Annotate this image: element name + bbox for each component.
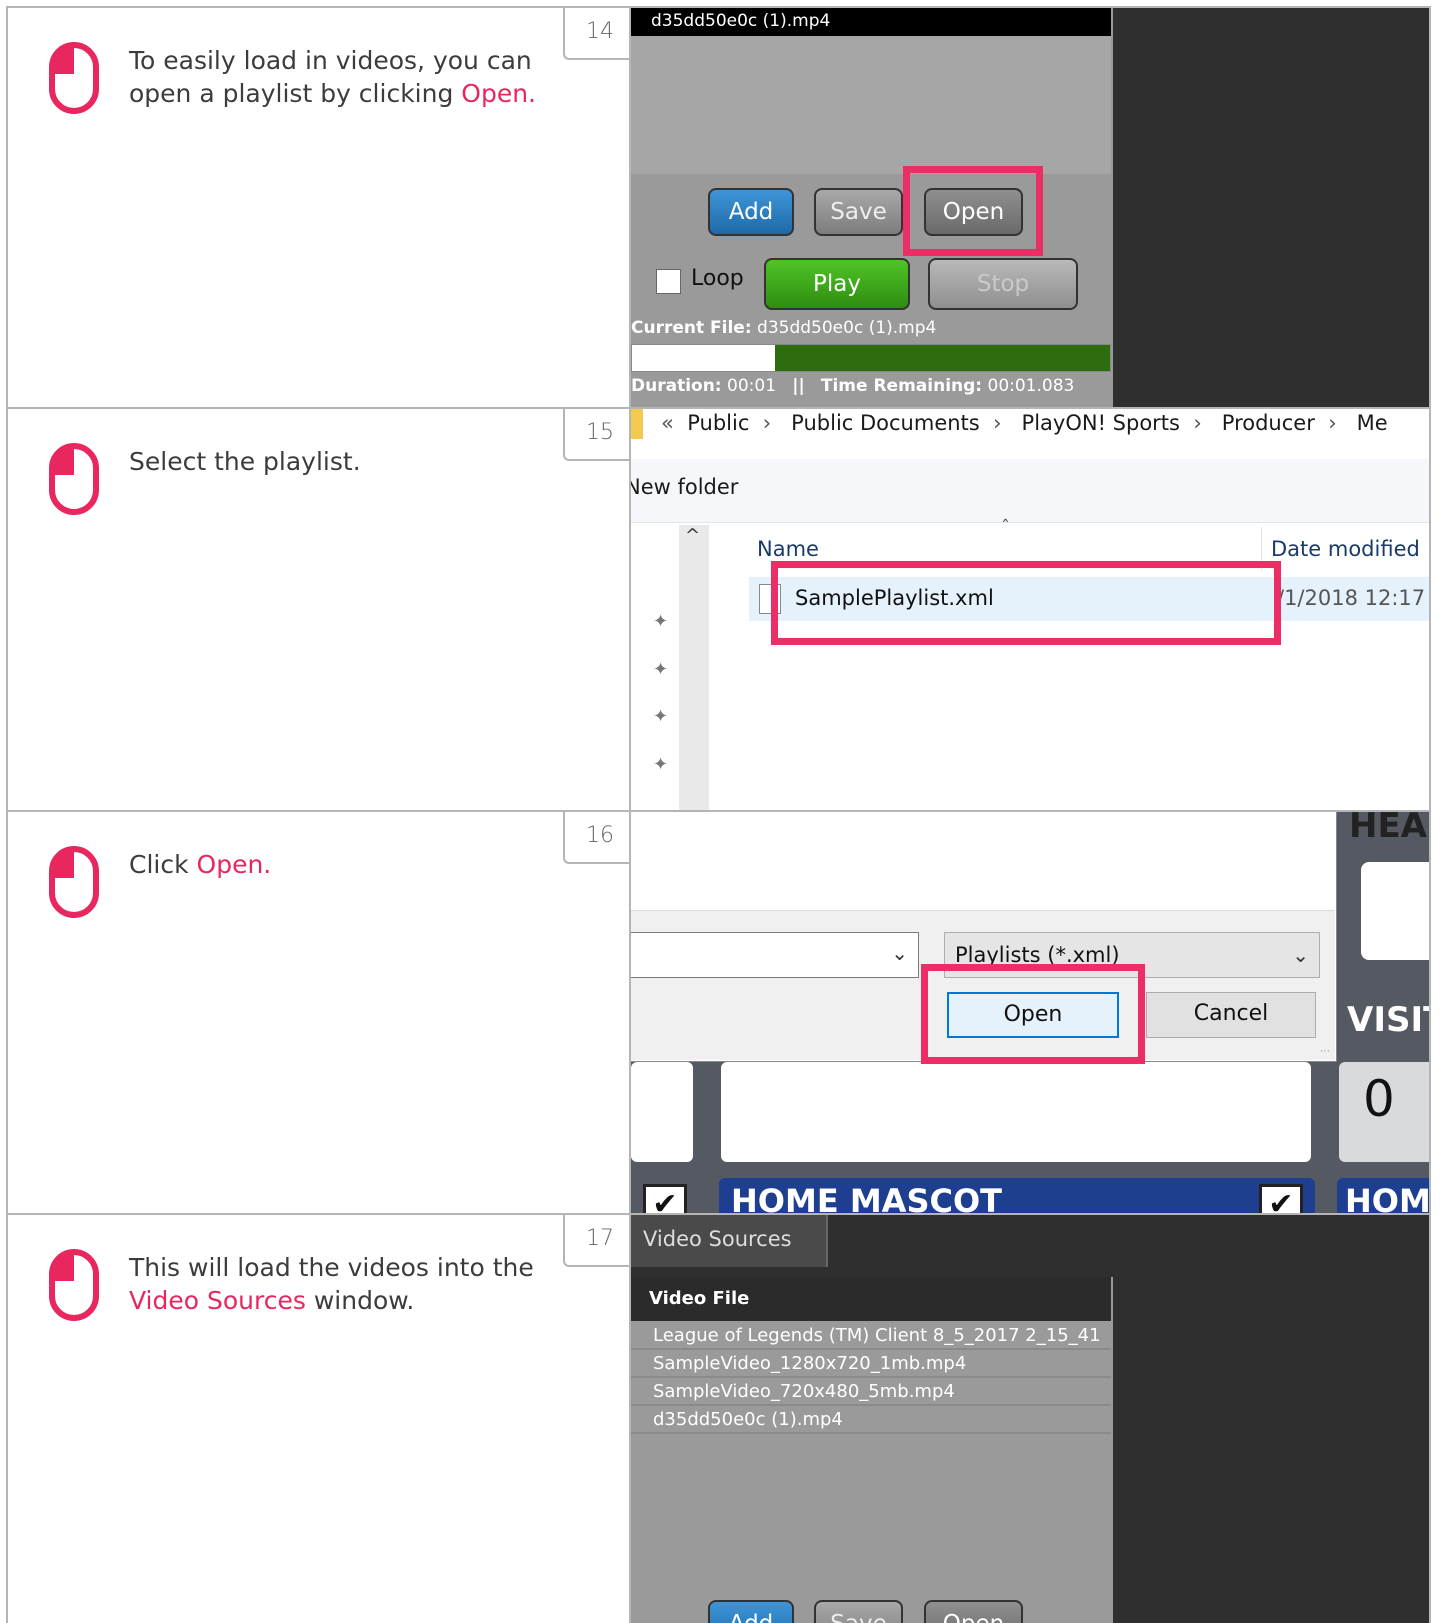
- mouse-click-icon: [49, 846, 99, 918]
- column-header-name[interactable]: Name: [757, 537, 819, 561]
- mouse-click-icon: [49, 42, 99, 114]
- current-file: Current File: d35dd50e0c (1).mp4: [631, 318, 937, 338]
- step-text: This will load the videos into the Video…: [129, 1253, 534, 1315]
- mouse-click-icon: [49, 443, 99, 515]
- folder-icon: [631, 409, 643, 439]
- highlight-file: [771, 561, 1281, 645]
- file-date: /1/2018 12:17: [1277, 586, 1426, 610]
- step-text: Select the playlist.: [129, 447, 361, 476]
- video-file-header[interactable]: Video File: [631, 1277, 1111, 1321]
- video-file-item[interactable]: SampleVideo_720x480_5mb.mp4: [631, 1379, 1111, 1406]
- column-header-date[interactable]: Date modified: [1271, 537, 1420, 561]
- step-number: 17: [563, 1215, 635, 1267]
- loop-label: Loop: [691, 266, 744, 291]
- screenshot-playlist-controls: d35dd50e0c (1).mp4 Add Save Open Loop Pl…: [629, 6, 1431, 409]
- pin-icon: ✦: [653, 611, 669, 632]
- bg-checkbox[interactable]: ✔: [643, 1184, 687, 1213]
- step-15: 15 Select the playlist. « Public › Publi…: [0, 407, 1440, 812]
- scroll-up-icon[interactable]: ^: [685, 525, 700, 546]
- playlist-list-area: [631, 36, 1111, 174]
- sort-chevron-icon: ˆ: [1001, 517, 1010, 538]
- step-instruction-panel: 17 This will load the videos into the Vi…: [6, 1213, 635, 1623]
- step-16: 16 Click Open. HEAD VISIT 0 ✔ HOME MASCO…: [0, 810, 1440, 1215]
- chevron-down-icon[interactable]: ⌄: [1292, 933, 1309, 977]
- step-text: To easily load in videos, you can open a…: [129, 46, 537, 108]
- step-instruction-panel: 15 Select the playlist.: [6, 407, 635, 812]
- resize-grip-icon[interactable]: ⋯: [1320, 1046, 1330, 1057]
- pin-icon: ✦: [653, 706, 669, 727]
- stop-button[interactable]: Stop: [928, 258, 1078, 310]
- add-button[interactable]: Add: [708, 1600, 794, 1623]
- step-17: 17 This will load the videos into the Vi…: [0, 1213, 1440, 1623]
- chevron-down-icon[interactable]: ⌄: [891, 941, 908, 965]
- filename-combo[interactable]: ⌄: [631, 932, 919, 978]
- step-number: 14: [563, 8, 635, 60]
- step-number: 16: [563, 812, 635, 864]
- video-sources-tab[interactable]: Video Sources: [631, 1215, 828, 1267]
- video-file-item[interactable]: League of Legends (TM) Client 8_5_2017 2…: [631, 1323, 1111, 1350]
- video-file-item[interactable]: SampleVideo_1280x720_1mb.mp4: [631, 1351, 1111, 1378]
- bg-home-mascot: HOME MASCOT: [731, 1182, 1002, 1215]
- save-button[interactable]: Save: [814, 188, 903, 236]
- bg-left-field: [631, 1062, 693, 1162]
- bg-center-field: [721, 1062, 1311, 1162]
- step-text: Click Open.: [129, 850, 272, 879]
- bg-score: 0: [1363, 1070, 1395, 1128]
- nav-pane-scrollbar[interactable]: [679, 525, 709, 810]
- save-button[interactable]: Save: [814, 1600, 903, 1623]
- duration-line: Duration: 00:01 || Time Remaining: 00:01…: [631, 376, 1075, 396]
- open-button[interactable]: Open: [924, 1600, 1023, 1623]
- bg-home: HOM: [1345, 1182, 1431, 1215]
- screenshot-video-sources: Video Sources Video File League of Legen…: [629, 1213, 1431, 1623]
- playlist-top-row[interactable]: d35dd50e0c (1).mp4: [631, 8, 1111, 36]
- bg-visitor-label: VISIT: [1347, 1000, 1429, 1040]
- highlight-open: [903, 166, 1043, 256]
- screenshot-file-explorer: « Public › Public Documents › PlayON! Sp…: [629, 407, 1431, 812]
- video-file-item[interactable]: d35dd50e0c (1).mp4: [631, 1407, 1111, 1434]
- mouse-click-icon: [49, 1249, 99, 1321]
- step-instruction-panel: 14 To easily load in videos, you can ope…: [6, 6, 635, 409]
- breadcrumb-public-documents[interactable]: Public Documents: [791, 411, 980, 435]
- progress-bar-played: [632, 345, 776, 371]
- play-button[interactable]: Play: [764, 258, 910, 310]
- step-number: 15: [563, 409, 635, 461]
- breadcrumb: « Public › Public Documents › PlayON! Sp…: [661, 411, 1388, 435]
- breadcrumb-playon[interactable]: PlayON! Sports: [1022, 411, 1180, 435]
- bg-head-label: HEAD: [1349, 810, 1429, 846]
- new-folder-button[interactable]: New folder: [631, 475, 738, 499]
- cancel-button[interactable]: Cancel: [1146, 992, 1316, 1038]
- pin-icon: ✦: [653, 659, 669, 680]
- step-instruction-panel: 16 Click Open.: [6, 810, 635, 1215]
- bg-field: [1361, 862, 1429, 960]
- breadcrumb-back[interactable]: «: [661, 411, 674, 435]
- breadcrumb-me[interactable]: Me: [1357, 411, 1388, 435]
- breadcrumb-public[interactable]: Public: [687, 411, 749, 435]
- highlight-open: [921, 964, 1145, 1064]
- step-14: 14 To easily load in videos, you can ope…: [0, 6, 1440, 409]
- pin-icon: ✦: [653, 754, 669, 775]
- bg-checkbox[interactable]: ✔: [1259, 1184, 1303, 1213]
- breadcrumb-producer[interactable]: Producer: [1222, 411, 1315, 435]
- toolbar: [631, 459, 1429, 523]
- add-button[interactable]: Add: [708, 188, 794, 236]
- progress-bar: [631, 344, 1111, 372]
- screenshot-open-dialog: HEAD VISIT 0 ✔ HOME MASCOT ✔ HOM ⌄ Playl…: [629, 810, 1431, 1215]
- loop-checkbox[interactable]: [656, 269, 681, 294]
